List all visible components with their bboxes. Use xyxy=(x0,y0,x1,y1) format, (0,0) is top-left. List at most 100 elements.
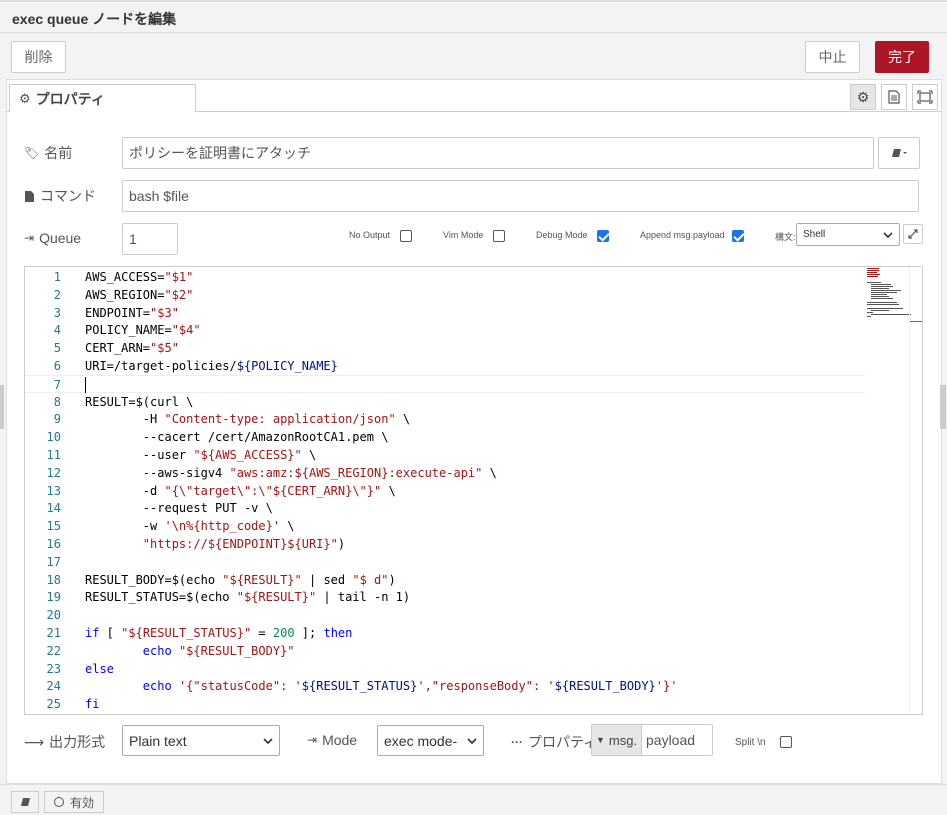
code-text: --cacert /cert/AmazonRootCA1.pem \ xyxy=(85,430,389,445)
property-type-selector[interactable]: ▼ msg. xyxy=(592,725,642,755)
property-label-text: プロパティ xyxy=(528,734,598,750)
line-number: 22 xyxy=(46,643,61,658)
code-text: CERT_ARN="$5" xyxy=(85,341,179,356)
footer-separator xyxy=(0,784,947,785)
code-text: RESULT_BODY=$(echo "${RESULT}" | sed "$ … xyxy=(85,572,396,587)
node-help-button[interactable] xyxy=(11,791,39,813)
code-text: POLICY_NAME="$4" xyxy=(85,323,201,338)
append-payload-label: Append msg.payload xyxy=(640,230,725,240)
done-button[interactable]: 完了 xyxy=(875,41,929,73)
code-line: 14 --request PUT -v \ xyxy=(25,499,865,517)
property-typed-input[interactable]: ▼ msg. payload xyxy=(591,724,713,756)
expand-editor-button[interactable] xyxy=(903,224,923,244)
code-line: 9 -H "Content-type: application/json" \ xyxy=(25,410,865,428)
line-number: 13 xyxy=(46,483,61,498)
code-text: -w '\n%{http_code}' \ xyxy=(85,519,295,534)
top-border xyxy=(0,0,947,2)
code-editor[interactable]: 1 AWS_ACCESS="$1" 2 AWS_REGION="$2" 3 ENDPOIN… xyxy=(24,266,923,715)
mode-label: ⇥ Mode xyxy=(307,732,357,748)
name-field[interactable]: ポリシーを証明書にアタッチ xyxy=(122,137,874,169)
editor-scrollbar[interactable] xyxy=(909,267,922,714)
queue-label-text: Queue xyxy=(39,230,82,246)
mode-label-text: Mode xyxy=(322,732,358,748)
code-text: "https://${ENDPOINT}${URI}") xyxy=(142,537,346,551)
code-text: RESULT_STATUS=$(echo "${RESULT}" | tail … xyxy=(85,590,411,605)
code-line: 10 --cacert /cert/AmazonRootCA1.pem \ xyxy=(25,428,865,446)
code-minimap[interactable] xyxy=(867,267,911,327)
enabled-toggle[interactable]: 有効 xyxy=(44,791,104,813)
code-text: AWS_ACCESS="$1" xyxy=(85,270,194,284)
line-number: 8 xyxy=(53,394,61,409)
code-line: 21 if [ "${RESULT_STATUS}" = 200 ]; then xyxy=(25,624,865,642)
code-line: 3 ENDPOINT="$3" xyxy=(25,304,865,322)
cancel-button[interactable]: 中止 xyxy=(805,41,860,73)
tab-properties-label: プロパティ xyxy=(35,90,105,107)
node-appearance-icon xyxy=(917,90,933,104)
command-label-text: コマンド xyxy=(40,188,96,204)
syntax-label: 構文: xyxy=(775,232,796,242)
file-icon xyxy=(25,190,34,202)
code-line: 12 --aws-sigv4 "aws:amz:${AWS_REGION}:ex… xyxy=(25,464,865,482)
description-tab-button[interactable] xyxy=(881,84,907,110)
code-line: 25 fi xyxy=(25,695,865,713)
name-label: 🏷 名前 xyxy=(24,143,72,163)
code-text: echo "${RESULT_BODY}" xyxy=(142,643,295,658)
code-text: RESULT=$(curl \ xyxy=(85,394,194,409)
debug-mode-checkbox[interactable] xyxy=(597,230,609,242)
queue-field[interactable]: 1 xyxy=(122,223,178,255)
line-number: 9 xyxy=(53,412,61,427)
dialog-title: exec queue ノードを編集 xyxy=(12,11,177,27)
code-text xyxy=(85,376,86,394)
output-format-select[interactable]: Plain text xyxy=(122,725,280,756)
append-payload-checkbox[interactable] xyxy=(732,230,744,242)
syntax-select[interactable]: Shell xyxy=(796,223,900,246)
enabled-label: 有効 xyxy=(69,795,94,810)
line-number: 24 xyxy=(46,679,61,694)
code-line: 15 -w '\n%{http_code}' \ xyxy=(25,517,865,535)
code-text: --user "${AWS_ACCESS}" \ xyxy=(85,448,317,462)
output-format-label: ⟶ 出力形式 xyxy=(24,732,105,752)
code-text: echo '{"statusCode": '${RESULT_STATUS}',… xyxy=(142,679,678,694)
chevron-down-icon xyxy=(263,737,273,744)
window-scrollbar-right[interactable] xyxy=(940,385,946,429)
title-separator xyxy=(0,32,947,33)
mode-select[interactable]: exec mode- xyxy=(377,725,484,756)
code-text: --request PUT -v \ xyxy=(85,501,273,516)
split-checkbox[interactable] xyxy=(780,736,792,748)
code-text: else xyxy=(85,661,114,676)
code-line: 2 AWS_REGION="$2" xyxy=(25,286,865,304)
line-number: 1 xyxy=(53,270,61,284)
line-number: 4 xyxy=(53,323,61,338)
property-prefix: msg. xyxy=(608,732,638,748)
gear-icon: ⚙ xyxy=(19,90,31,106)
expand-icon xyxy=(908,229,918,239)
code-line: 4 POLICY_NAME="$4" xyxy=(25,321,865,339)
code-line: 7 xyxy=(25,374,865,394)
code-line: 20 xyxy=(25,606,865,624)
property-label: ··· プロパティ xyxy=(511,732,597,752)
line-number: 5 xyxy=(53,341,61,356)
vim-mode-checkbox[interactable] xyxy=(493,230,505,242)
window-scrollbar-left[interactable] xyxy=(0,385,4,429)
tab-properties[interactable]: ⚙ プロパティ xyxy=(9,84,196,112)
document-icon xyxy=(888,90,900,104)
book-icon xyxy=(892,149,907,157)
property-value: payload xyxy=(646,732,696,748)
code-line: 11 --user "${AWS_ACCESS}" \ xyxy=(25,446,865,464)
line-number: 12 xyxy=(46,465,61,480)
settings-tab-button[interactable]: ⚙ xyxy=(850,84,876,110)
no-output-checkbox[interactable] xyxy=(400,230,412,242)
code-line: 13 -d "{\"target\":\"${CERT_ARN}\"}" \ xyxy=(25,482,865,500)
name-library-button[interactable] xyxy=(878,137,920,169)
command-field[interactable]: bash $file xyxy=(122,180,919,212)
ellipsis-icon: ··· xyxy=(511,735,523,749)
line-number: 15 xyxy=(46,519,61,534)
output-format-label-text: 出力形式 xyxy=(49,734,106,750)
line-number: 16 xyxy=(46,537,61,551)
code-text: AWS_REGION="$2" xyxy=(85,287,194,302)
sign-out-icon: ⇥ xyxy=(24,231,35,245)
appearance-tab-button[interactable] xyxy=(912,84,938,110)
arrow-right-icon: ⟶ xyxy=(24,733,45,750)
delete-button[interactable]: 削除 xyxy=(11,41,66,73)
line-number: 23 xyxy=(46,661,61,676)
